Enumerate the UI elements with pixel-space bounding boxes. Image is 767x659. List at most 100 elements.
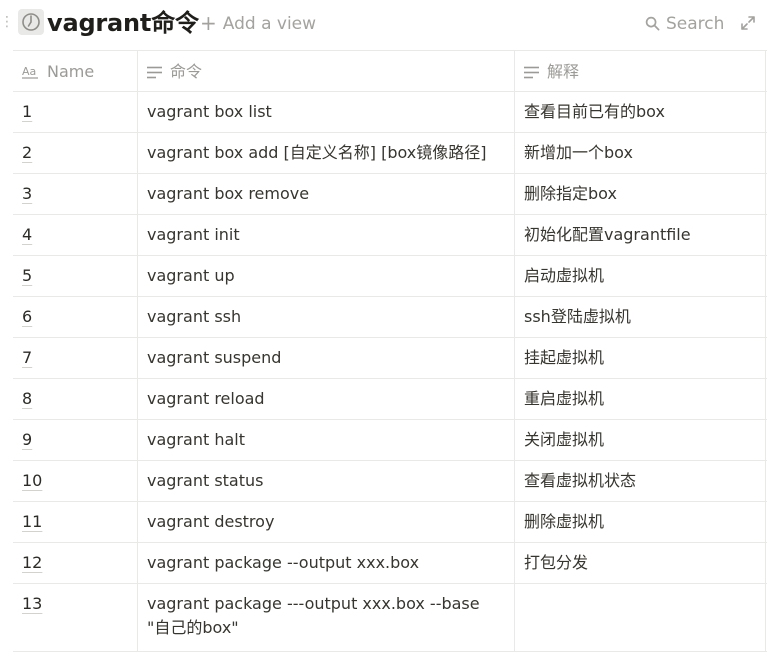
name-cell[interactable]: 6 xyxy=(13,297,138,337)
name-cell[interactable]: 11 xyxy=(13,502,138,542)
explanation-cell[interactable]: 启动虚拟机 xyxy=(515,256,766,296)
page-title[interactable]: vagrant命令 xyxy=(47,7,199,39)
row-name[interactable]: 12 xyxy=(22,553,42,572)
name-cell[interactable]: 10 xyxy=(13,461,138,501)
explanation-text: 删除虚拟机 xyxy=(524,512,605,531)
command-cell[interactable]: vagrant package ---output xxx.box --base… xyxy=(138,584,515,651)
expand-icon[interactable] xyxy=(740,15,756,31)
command-text: vagrant package ---output xxx.box --base… xyxy=(147,594,480,637)
name-cell[interactable]: 3 xyxy=(13,174,138,214)
search-button[interactable]: Search xyxy=(645,12,724,36)
table-row[interactable]: 8 vagrant reload 重启虚拟机 xyxy=(13,379,767,420)
command-cell[interactable]: vagrant package --output xxx.box xyxy=(138,543,515,583)
row-name[interactable]: 10 xyxy=(22,471,42,490)
row-name[interactable]: 13 xyxy=(22,594,42,613)
command-cell[interactable]: vagrant halt xyxy=(138,420,515,460)
command-cell[interactable]: vagrant suspend xyxy=(138,338,515,378)
row-name[interactable]: 1 xyxy=(22,102,32,121)
explanation-cell[interactable]: 初始化配置vagrantfile xyxy=(515,215,766,255)
explanation-cell[interactable]: 挂起虚拟机 xyxy=(515,338,766,378)
command-cell[interactable]: vagrant init xyxy=(138,215,515,255)
text-type-icon xyxy=(147,66,162,79)
table-row[interactable]: 9 vagrant halt 关闭虚拟机 xyxy=(13,420,767,461)
row-name[interactable]: 3 xyxy=(22,184,32,203)
column-header-command[interactable]: 命令 xyxy=(138,51,515,91)
table-row[interactable]: 12 vagrant package --output xxx.box 打包分发 xyxy=(13,543,767,584)
command-text: vagrant ssh xyxy=(147,307,242,326)
column-header-name[interactable]: Aa Name xyxy=(13,51,138,91)
command-text: vagrant status xyxy=(147,471,264,490)
table-row[interactable]: 7 vagrant suspend 挂起虚拟机 xyxy=(13,338,767,379)
explanation-cell[interactable] xyxy=(515,584,766,651)
search-icon xyxy=(645,16,660,31)
command-text: vagrant reload xyxy=(147,389,265,408)
explanation-text: 打包分发 xyxy=(524,553,589,572)
table-row[interactable]: 13 vagrant package ---output xxx.box --b… xyxy=(13,584,767,652)
name-cell[interactable]: 9 xyxy=(13,420,138,460)
table-row[interactable]: 4 vagrant init 初始化配置vagrantfile xyxy=(13,215,767,256)
command-text: vagrant box remove xyxy=(147,184,310,203)
name-cell[interactable]: 1 xyxy=(13,92,138,132)
row-name[interactable]: 6 xyxy=(22,307,32,326)
name-cell[interactable]: 8 xyxy=(13,379,138,419)
drag-handle-icon[interactable]: ⋮ xyxy=(0,11,14,33)
table-row[interactable]: 3 vagrant box remove 删除指定box xyxy=(13,174,767,215)
table-row[interactable]: 10 vagrant status 查看虚拟机状态 xyxy=(13,461,767,502)
row-name[interactable]: 7 xyxy=(22,348,32,367)
column-header-label: Name xyxy=(47,62,95,81)
command-cell[interactable]: vagrant ssh xyxy=(138,297,515,337)
plus-icon: + xyxy=(200,11,217,35)
explanation-text: 查看虚拟机状态 xyxy=(524,471,637,490)
row-name[interactable]: 11 xyxy=(22,512,42,531)
command-cell[interactable]: vagrant box add [自定义名称] [box镜像路径] xyxy=(138,133,515,173)
command-cell[interactable]: vagrant reload xyxy=(138,379,515,419)
row-name[interactable]: 4 xyxy=(22,225,32,244)
explanation-cell[interactable]: 新增加一个box xyxy=(515,133,766,173)
command-cell[interactable]: vagrant up xyxy=(138,256,515,296)
row-name[interactable]: 5 xyxy=(22,266,32,285)
column-header-label: 解释 xyxy=(547,62,580,81)
row-name[interactable]: 9 xyxy=(22,430,32,449)
add-view-button[interactable]: + Add a view xyxy=(200,12,316,36)
table-row[interactable]: 5 vagrant up 启动虚拟机 xyxy=(13,256,767,297)
row-name[interactable]: 8 xyxy=(22,389,32,408)
table-row[interactable]: 11 vagrant destroy 删除虚拟机 xyxy=(13,502,767,543)
command-cell[interactable]: vagrant box remove xyxy=(138,174,515,214)
column-header-explanation[interactable]: 解释 xyxy=(515,51,766,91)
command-text: vagrant halt xyxy=(147,430,245,449)
explanation-cell[interactable]: 查看目前已有的box xyxy=(515,92,766,132)
explanation-cell[interactable]: 打包分发 xyxy=(515,543,766,583)
table-row[interactable]: 6 vagrant ssh ssh登陆虚拟机 xyxy=(13,297,767,338)
text-type-icon xyxy=(524,66,539,79)
explanation-cell[interactable]: 重启虚拟机 xyxy=(515,379,766,419)
command-cell[interactable]: vagrant destroy xyxy=(138,502,515,542)
explanation-text: 删除指定box xyxy=(524,184,617,203)
explanation-cell[interactable]: ssh登陆虚拟机 xyxy=(515,297,766,337)
command-text: vagrant destroy xyxy=(147,512,275,531)
name-cell[interactable]: 4 xyxy=(13,215,138,255)
table-header-row: Aa Name 命令 解释 xyxy=(13,50,767,92)
table-row[interactable]: 1 vagrant box list 查看目前已有的box xyxy=(13,92,767,133)
name-cell[interactable]: 2 xyxy=(13,133,138,173)
explanation-text: 初始化配置vagrantfile xyxy=(524,225,691,244)
table-row[interactable]: 2 vagrant box add [自定义名称] [box镜像路径] 新增加一… xyxy=(13,133,767,174)
command-text: vagrant up xyxy=(147,266,235,285)
command-cell[interactable]: vagrant status xyxy=(138,461,515,501)
database-icon[interactable] xyxy=(18,9,44,35)
explanation-cell[interactable]: 关闭虚拟机 xyxy=(515,420,766,460)
command-text: vagrant box add [自定义名称] [box镜像路径] xyxy=(147,143,487,162)
name-cell[interactable]: 7 xyxy=(13,338,138,378)
row-name[interactable]: 2 xyxy=(22,143,32,162)
explanation-text: 重启虚拟机 xyxy=(524,389,605,408)
explanation-text: 启动虚拟机 xyxy=(524,266,605,285)
name-cell[interactable]: 12 xyxy=(13,543,138,583)
explanation-text: 查看目前已有的box xyxy=(524,102,665,121)
command-text: vagrant suspend xyxy=(147,348,282,367)
add-view-label: Add a view xyxy=(222,14,317,34)
explanation-cell[interactable]: 删除虚拟机 xyxy=(515,502,766,542)
explanation-cell[interactable]: 查看虚拟机状态 xyxy=(515,461,766,501)
name-cell[interactable]: 5 xyxy=(13,256,138,296)
name-cell[interactable]: 13 xyxy=(13,584,138,651)
explanation-cell[interactable]: 删除指定box xyxy=(515,174,766,214)
command-cell[interactable]: vagrant box list xyxy=(138,92,515,132)
